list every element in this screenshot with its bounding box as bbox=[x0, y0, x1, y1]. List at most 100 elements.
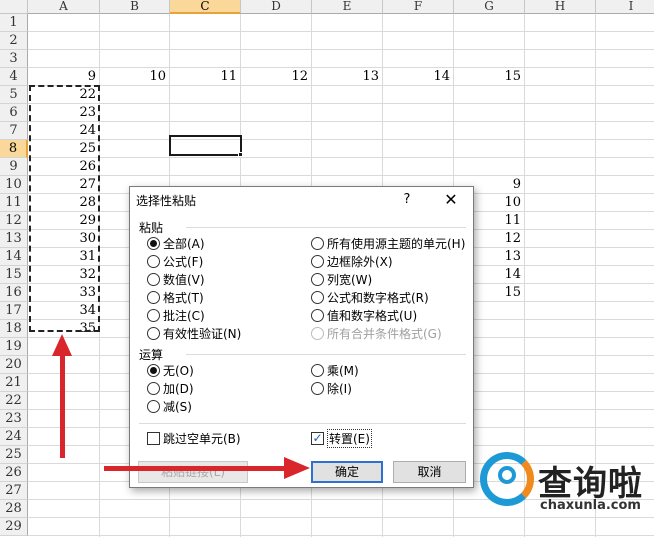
paste-alt-radio-0[interactable]: 所有使用源主题的单元(H) bbox=[311, 235, 465, 251]
paste-alt-radio-1[interactable]: 边框除外(X) bbox=[311, 253, 393, 269]
row-header-17[interactable]: 17 bbox=[0, 302, 28, 320]
column-header-C[interactable]: C bbox=[170, 0, 241, 14]
paste-alt-radio-label: 所有使用源主题的单元(H) bbox=[327, 236, 466, 251]
operation-alt-radio-label: 除(I) bbox=[327, 381, 352, 396]
paste-radio-label: 格式(T) bbox=[163, 290, 204, 305]
row-header-12[interactable]: 12 bbox=[0, 212, 28, 230]
column-header-F[interactable]: F bbox=[383, 0, 454, 14]
red-arrow-up-icon bbox=[52, 334, 72, 356]
row-header-5[interactable]: 5 bbox=[0, 86, 28, 104]
operation-alt-radio-0[interactable]: 乘(M) bbox=[311, 362, 359, 378]
grid-row-line bbox=[28, 535, 654, 536]
column-header-A[interactable]: A bbox=[28, 0, 100, 14]
skip-blanks-checkbox[interactable]: 跳过空单元(B) bbox=[147, 430, 241, 446]
column-header-B[interactable]: B bbox=[100, 0, 170, 14]
paste-link-button[interactable]: 粘贴链接(L) bbox=[138, 461, 248, 483]
row-header-26[interactable]: 26 bbox=[0, 464, 28, 482]
paste-alt-radio-4[interactable]: 值和数字格式(U) bbox=[311, 307, 417, 323]
paste-radio-5[interactable]: 有效性验证(N) bbox=[147, 325, 241, 341]
row-header-8[interactable]: 8 bbox=[0, 140, 28, 158]
select-all-corner[interactable] bbox=[0, 0, 28, 14]
radio-icon bbox=[311, 308, 324, 322]
cell-G4[interactable]: 15 bbox=[454, 68, 525, 86]
paste-radio-label: 批注(C) bbox=[163, 308, 205, 323]
cancel-button[interactable]: 取消 bbox=[393, 461, 466, 483]
row-header-29[interactable]: 29 bbox=[0, 518, 28, 536]
row-header-23[interactable]: 23 bbox=[0, 410, 28, 428]
paste-radio-4[interactable]: 批注(C) bbox=[147, 307, 205, 323]
row-header-11[interactable]: 11 bbox=[0, 194, 28, 212]
paste-radio-label: 有效性验证(N) bbox=[163, 326, 242, 341]
row-header-7[interactable]: 7 bbox=[0, 122, 28, 140]
column-header-H[interactable]: H bbox=[525, 0, 596, 14]
row-header-1[interactable]: 1 bbox=[0, 14, 28, 32]
row-header-27[interactable]: 27 bbox=[0, 482, 28, 500]
cell-F4[interactable]: 14 bbox=[383, 68, 454, 86]
row-header-13[interactable]: 13 bbox=[0, 230, 28, 248]
row-header-9[interactable]: 9 bbox=[0, 158, 28, 176]
column-header-G[interactable]: G bbox=[454, 0, 525, 14]
column-header-E[interactable]: E bbox=[312, 0, 383, 14]
row-header-19[interactable]: 19 bbox=[0, 338, 28, 356]
row-header-22[interactable]: 22 bbox=[0, 392, 28, 410]
fill-handle[interactable] bbox=[238, 152, 243, 157]
row-header-3[interactable]: 3 bbox=[0, 50, 28, 68]
transpose-label: 转置(E) bbox=[327, 428, 372, 448]
radio-icon bbox=[311, 272, 324, 286]
row-header-16[interactable]: 16 bbox=[0, 284, 28, 302]
row-header-21[interactable]: 21 bbox=[0, 374, 28, 392]
cell-D4[interactable]: 12 bbox=[241, 68, 312, 86]
red-arrow-right-shaft bbox=[104, 466, 290, 471]
cell-B4[interactable]: 10 bbox=[100, 68, 170, 86]
operation-radio-label: 减(S) bbox=[163, 399, 192, 414]
column-header-I[interactable]: I bbox=[596, 0, 654, 14]
row-header-14[interactable]: 14 bbox=[0, 248, 28, 266]
operation-radio-1[interactable]: 加(D) bbox=[147, 380, 194, 396]
cell-E4[interactable]: 13 bbox=[312, 68, 383, 86]
cell-A4[interactable]: 9 bbox=[28, 68, 100, 86]
skip-blanks-label: 跳过空单元(B) bbox=[163, 431, 241, 446]
help-button[interactable]: ? bbox=[396, 190, 418, 210]
paste-radio-label: 数值(V) bbox=[163, 272, 205, 287]
ok-button[interactable]: 确定 bbox=[311, 461, 383, 483]
row-header-4[interactable]: 4 bbox=[0, 68, 28, 86]
radio-icon bbox=[311, 254, 324, 268]
copy-marquee bbox=[29, 85, 100, 332]
row-header-28[interactable]: 28 bbox=[0, 500, 28, 518]
row-header-15[interactable]: 15 bbox=[0, 266, 28, 284]
operation-alt-radio-label: 乘(M) bbox=[327, 363, 359, 378]
row-header-24[interactable]: 24 bbox=[0, 428, 28, 446]
paste-alt-radio-3[interactable]: 公式和数字格式(R) bbox=[311, 289, 429, 305]
cell-C4[interactable]: 11 bbox=[170, 68, 241, 86]
close-button[interactable]: ✕ bbox=[436, 190, 466, 210]
paste-radio-2[interactable]: 数值(V) bbox=[147, 271, 205, 287]
operation-alt-radio-1[interactable]: 除(I) bbox=[311, 380, 352, 396]
radio-icon bbox=[147, 272, 160, 286]
paste-radio-label: 全部(A) bbox=[163, 236, 205, 251]
row-header-18[interactable]: 18 bbox=[0, 320, 28, 338]
row-header-25[interactable]: 25 bbox=[0, 446, 28, 464]
radio-icon bbox=[311, 236, 324, 250]
row-header-6[interactable]: 6 bbox=[0, 104, 28, 122]
paste-radio-3[interactable]: 格式(T) bbox=[147, 289, 204, 305]
operation-radio-0[interactable]: 无(O) bbox=[147, 362, 194, 378]
paste-radio-label: 公式(F) bbox=[163, 254, 204, 269]
active-cell-C8[interactable] bbox=[169, 135, 242, 156]
row-header-10[interactable]: 10 bbox=[0, 176, 28, 194]
row-header-20[interactable]: 20 bbox=[0, 356, 28, 374]
dialog-titlebar[interactable]: 选择性粘贴 ? ✕ bbox=[130, 187, 473, 213]
radio-icon bbox=[147, 290, 160, 304]
paste-radio-0[interactable]: 全部(A) bbox=[147, 235, 205, 251]
paste-radio-1[interactable]: 公式(F) bbox=[147, 253, 203, 269]
operation-group-label: 运算 bbox=[139, 348, 164, 362]
radio-icon bbox=[311, 290, 324, 304]
paste-alt-radio-label: 值和数字格式(U) bbox=[327, 308, 418, 323]
transpose-checkbox[interactable]: ✓ 转置(E) bbox=[311, 428, 372, 448]
row-header-2[interactable]: 2 bbox=[0, 32, 28, 50]
operation-radio-2[interactable]: 减(S) bbox=[147, 398, 192, 414]
paste-special-dialog: 选择性粘贴 ? ✕ 粘贴 全部(A) 公式(F) 数值(V) 格式(T) 批注(C) 有效… bbox=[129, 186, 474, 488]
grid-row-line bbox=[28, 49, 654, 50]
paste-alt-radio-2[interactable]: 列宽(W) bbox=[311, 271, 372, 287]
column-header-D[interactable]: D bbox=[241, 0, 312, 14]
paste-alt-radio-label: 公式和数字格式(R) bbox=[327, 290, 429, 305]
